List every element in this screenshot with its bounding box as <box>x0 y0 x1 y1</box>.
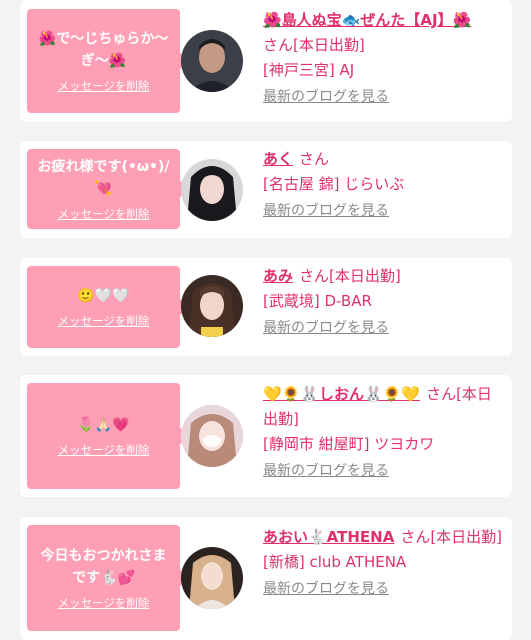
avatar-photo <box>181 405 243 467</box>
avatar-photo <box>181 275 243 337</box>
cast-name-link[interactable]: あおい🐇ATHENA <box>263 528 394 546</box>
cast-info: あおい🐇ATHENA さん[本日出勤] [新橋] club ATHENA 最新のブ… <box>263 525 503 602</box>
cast-status: さん <box>299 150 330 168</box>
cast-status: さん[本日出勤] <box>299 267 401 285</box>
shop-area: [静岡市 紺屋町] ツヨカワ <box>263 435 435 453</box>
delete-message-link[interactable]: メッセージを削除 <box>58 313 150 329</box>
message-text: 🌺で〜じちゅらか〜ぎ〜🌺 <box>38 31 169 69</box>
cast-name-link[interactable]: 💛🌻🐰しおん🐰🌻💛 <box>263 385 420 403</box>
message-card: 🌷🙏🏻💗 メッセージを削除 💛🌻🐰しおん🐰🌻💛 さん[本日出勤] [静岡市 紺屋町… <box>20 375 512 497</box>
message-bubble: お疲れ様です(•ω•)/💘 メッセージを削除 <box>27 149 192 229</box>
shop-area: [神戸三宮] AJ <box>263 61 355 79</box>
cast-info: 💛🌻🐰しおん🐰🌻💛 さん[本日出勤] [静岡市 紺屋町] ツヨカワ 最新のブログを… <box>263 382 503 484</box>
cast-name-link[interactable]: あく <box>263 150 293 168</box>
message-text: 今日もおつかれさまです🐇💕 <box>40 548 167 586</box>
avatar[interactable] <box>181 30 243 92</box>
message-card: 今日もおつかれさまです🐇💕 メッセージを削除 あおい🐇ATHENA さん[本日出勤… <box>20 517 512 640</box>
avatar[interactable] <box>181 159 243 221</box>
avatar-photo <box>181 159 243 221</box>
delete-message-link[interactable]: メッセージを削除 <box>58 78 150 94</box>
delete-message-link[interactable]: メッセージを削除 <box>58 442 150 458</box>
delete-message-link[interactable]: メッセージを削除 <box>58 206 150 222</box>
latest-blog-link[interactable]: 最新のブログを見る <box>263 316 503 341</box>
latest-blog-link[interactable]: 最新のブログを見る <box>263 577 503 602</box>
cast-status: さん[本日出勤] <box>400 528 503 546</box>
delete-message-link[interactable]: メッセージを削除 <box>58 595 150 611</box>
avatar[interactable] <box>181 405 243 467</box>
latest-blog-link[interactable]: 最新のブログを見る <box>263 199 503 224</box>
shop-area: [名古屋 錦] じらいぶ <box>263 175 405 193</box>
cast-name-link[interactable]: あみ <box>263 267 293 285</box>
latest-blog-link[interactable]: 最新のブログを見る <box>263 459 503 484</box>
message-text: お疲れ様です(•ω•)/💘 <box>37 159 170 197</box>
latest-blog-link[interactable]: 最新のブログを見る <box>263 85 503 110</box>
message-card: お疲れ様です(•ω•)/💘 メッセージを削除 あく さん [名古屋 錦] じらいぶ… <box>20 141 512 238</box>
avatar[interactable] <box>181 547 243 609</box>
message-bubble: 🙂🤍🤍 メッセージを削除 <box>27 266 192 348</box>
avatar-photo <box>181 30 243 92</box>
message-list: 🌺で〜じちゅらか〜ぎ〜🌺 メッセージを削除 🌺島人ぬ宝🐟ぜんた【AJ】🌺 さん[… <box>0 0 531 640</box>
message-card: 🙂🤍🤍 メッセージを削除 あみ さん[本日出勤] [武蔵境] D-BAR 最新のブ… <box>20 258 512 356</box>
cast-info: 🌺島人ぬ宝🐟ぜんた【AJ】🌺 さん[本日出勤] [神戸三宮] AJ 最新のブログ… <box>263 8 503 110</box>
cast-info: あみ さん[本日出勤] [武蔵境] D-BAR 最新のブログを見る <box>263 264 503 341</box>
message-text: 🌷🙏🏻💗 <box>77 417 130 433</box>
shop-area: [新橋] club ATHENA <box>263 553 407 571</box>
message-bubble: 🌺で〜じちゅらか〜ぎ〜🌺 メッセージを削除 <box>27 9 192 113</box>
cast-status: さん[本日出勤] <box>263 36 365 54</box>
avatar[interactable] <box>181 275 243 337</box>
message-text: 🙂🤍🤍 <box>77 288 130 304</box>
cast-info: あく さん [名古屋 錦] じらいぶ 最新のブログを見る <box>263 147 503 224</box>
message-bubble: 🌷🙏🏻💗 メッセージを削除 <box>27 383 192 489</box>
avatar-photo <box>181 547 243 609</box>
message-card: 🌺で〜じちゅらか〜ぎ〜🌺 メッセージを削除 🌺島人ぬ宝🐟ぜんた【AJ】🌺 さん[… <box>20 0 512 122</box>
shop-area: [武蔵境] D-BAR <box>263 292 372 310</box>
message-bubble: 今日もおつかれさまです🐇💕 メッセージを削除 <box>27 525 192 631</box>
cast-name-link[interactable]: 🌺島人ぬ宝🐟ぜんた【AJ】🌺 <box>263 11 471 29</box>
